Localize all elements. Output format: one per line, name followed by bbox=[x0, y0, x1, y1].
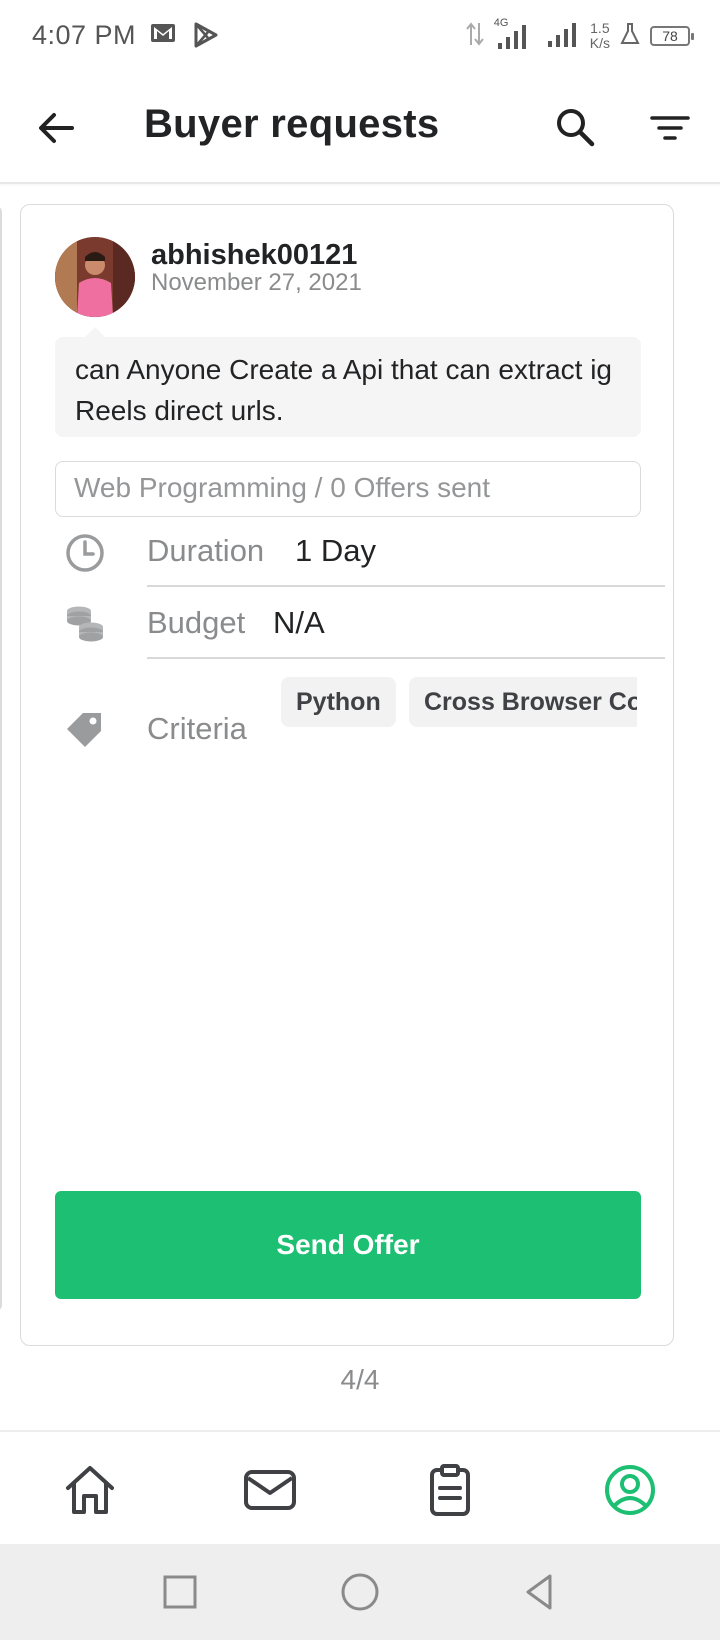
divider bbox=[147, 657, 665, 659]
status-bar: 4:07 PM 4G 1.5 K/s 78 bbox=[0, 0, 720, 72]
criteria-chip: Cross Browser Compatibility bbox=[409, 677, 637, 727]
send-offer-button[interactable]: Send Offer bbox=[55, 1191, 641, 1299]
category-offers: Web Programming / 0 Offers sent bbox=[55, 461, 641, 517]
page-title: Buyer requests bbox=[144, 102, 440, 146]
recents-square-icon[interactable] bbox=[156, 1568, 204, 1616]
request-card: abhishek00121 November 27, 2021 can Anyo… bbox=[20, 204, 674, 1346]
signal-icon bbox=[546, 19, 580, 54]
app-bar: Buyer requests bbox=[0, 72, 720, 184]
avatar[interactable] bbox=[55, 237, 135, 317]
previous-card-edge[interactable] bbox=[0, 206, 2, 1311]
lab-flask-icon bbox=[620, 22, 640, 51]
inbox-icon[interactable] bbox=[240, 1460, 300, 1520]
requests-carousel[interactable]: abhishek00121 November 27, 2021 can Anyo… bbox=[0, 186, 720, 1430]
orders-icon[interactable] bbox=[420, 1460, 480, 1520]
back-arrow-icon[interactable] bbox=[34, 106, 78, 150]
page-indicator: 4/4 bbox=[340, 1364, 380, 1395]
duration-value: 1 Day bbox=[295, 533, 376, 568]
back-triangle-icon[interactable] bbox=[516, 1568, 564, 1616]
budget-label: Budget bbox=[147, 605, 246, 640]
criteria-chip: Python bbox=[281, 677, 396, 727]
home-icon[interactable] bbox=[60, 1460, 120, 1520]
system-nav-bar bbox=[0, 1544, 720, 1640]
search-icon[interactable] bbox=[552, 104, 598, 150]
data-arrows-icon bbox=[465, 21, 484, 52]
net-speed: 1.5 K/s bbox=[590, 21, 610, 51]
status-right: 4G 1.5 K/s 78 bbox=[465, 16, 694, 56]
divider bbox=[147, 585, 665, 587]
status-time: 4:07 PM bbox=[32, 20, 137, 50]
bottom-nav bbox=[0, 1430, 720, 1544]
filter-icon[interactable] bbox=[648, 106, 692, 150]
criteria-label: Criteria bbox=[147, 711, 247, 746]
net-speed-unit: K/s bbox=[589, 35, 610, 51]
home-circle-icon[interactable] bbox=[336, 1568, 384, 1616]
signal-4g-icon: 4G bbox=[494, 17, 536, 51]
duration-row: Duration 1 Day bbox=[55, 529, 665, 601]
clock-icon bbox=[63, 531, 107, 575]
request-description: can Anyone Create a Api that can extract… bbox=[55, 327, 641, 437]
budget-row: Budget N/A bbox=[55, 601, 665, 673]
play-store-icon bbox=[194, 22, 218, 53]
coins-icon bbox=[63, 601, 107, 645]
battery-icon: 78 bbox=[650, 26, 694, 46]
gmail-icon bbox=[150, 22, 176, 49]
profile-icon[interactable] bbox=[600, 1460, 660, 1520]
request-date: November 27, 2021 bbox=[151, 269, 362, 296]
criteria-chips[interactable]: Python Cross Browser Compatibility bbox=[281, 677, 637, 727]
net-speed-value: 1.5 bbox=[590, 20, 610, 36]
criteria-row: Criteria Python Cross Browser Compatibil… bbox=[55, 677, 665, 767]
duration-label: Duration bbox=[147, 533, 265, 568]
tag-icon bbox=[63, 709, 107, 753]
buyer-username[interactable]: abhishek00121 bbox=[151, 239, 357, 272]
budget-value: N/A bbox=[273, 605, 325, 640]
